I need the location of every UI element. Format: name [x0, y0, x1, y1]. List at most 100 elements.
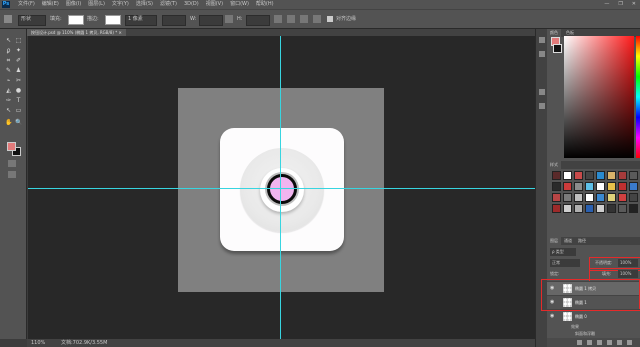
style-swatch[interactable]	[618, 171, 627, 180]
lasso-tool-icon[interactable]: ϼ	[5, 47, 12, 54]
menu-image[interactable]: 图像(I)	[66, 0, 81, 9]
style-swatch[interactable]	[563, 193, 572, 202]
history-brush-tool-icon[interactable]: ⌁	[5, 77, 12, 84]
tab-color[interactable]: 颜色	[547, 29, 561, 37]
tab-layers[interactable]: 图层	[547, 237, 561, 245]
style-swatch[interactable]	[607, 193, 616, 202]
crop-tool-icon[interactable]: ⌗	[5, 57, 12, 64]
stroke-type-dropdown[interactable]	[162, 15, 186, 26]
menu-3d[interactable]: 3D(D)	[184, 0, 199, 9]
blend-mode-dropdown[interactable]: 正常	[550, 259, 580, 267]
eraser-tool-icon[interactable]: ✂	[15, 77, 22, 84]
style-swatch[interactable]	[607, 204, 616, 213]
style-swatch[interactable]	[596, 193, 605, 202]
style-swatch[interactable]	[552, 182, 561, 191]
menu-help[interactable]: 帮助(H)	[256, 0, 274, 9]
hand-tool-icon[interactable]: ✋	[5, 119, 12, 126]
menu-type[interactable]: 文字(Y)	[112, 0, 129, 9]
fx-icon[interactable]	[587, 340, 592, 345]
menu-select[interactable]: 选择(S)	[136, 0, 153, 9]
brush-preset-icon[interactable]	[539, 89, 545, 95]
style-swatch[interactable]	[596, 182, 605, 191]
close-icon[interactable]: ✕	[632, 0, 636, 9]
gradient-tool-icon[interactable]: ◭	[5, 87, 12, 94]
tab-channels[interactable]: 通道	[561, 237, 575, 245]
style-swatch[interactable]	[618, 193, 627, 202]
dodge-tool-icon[interactable]: ●	[15, 87, 22, 94]
style-swatch[interactable]	[563, 171, 572, 180]
menu-view[interactable]: 视图(V)	[206, 0, 223, 9]
path-ops-icon[interactable]	[274, 15, 282, 23]
new-layer-icon[interactable]	[617, 340, 622, 345]
link-icon[interactable]	[225, 15, 233, 23]
menu-edit[interactable]: 编辑(E)	[42, 0, 59, 9]
style-swatch[interactable]	[552, 204, 561, 213]
align-edges-checkbox[interactable]	[327, 16, 333, 22]
gear-icon[interactable]	[313, 15, 321, 23]
width-field[interactable]	[199, 15, 223, 26]
screen-mode-icon[interactable]	[8, 171, 16, 178]
link-layers-icon[interactable]	[577, 340, 582, 345]
character-icon[interactable]	[539, 103, 545, 109]
color-picker-field[interactable]	[564, 36, 634, 158]
menu-layer[interactable]: 图层(L)	[88, 0, 105, 9]
style-swatch[interactable]	[629, 171, 638, 180]
tab-styles[interactable]: 样式	[547, 161, 561, 169]
eye-icon[interactable]: ◉	[550, 313, 556, 319]
quick-mask-icon[interactable]	[8, 160, 16, 167]
ellipse-tool-icon[interactable]	[4, 15, 12, 23]
menu-file[interactable]: 文件(F)	[18, 0, 35, 9]
style-swatch[interactable]	[585, 171, 594, 180]
document-tab[interactable]: 按钮设计.psd @ 110% (椭圆 1 拷贝, RGB/8) * ✕	[27, 29, 126, 36]
style-swatch[interactable]	[574, 193, 583, 202]
style-swatch[interactable]	[574, 204, 583, 213]
path-align-icon[interactable]	[287, 15, 295, 23]
style-swatch[interactable]	[596, 171, 605, 180]
eyedropper-tool-icon[interactable]: ✐	[15, 57, 22, 64]
adjustment-icon[interactable]	[607, 340, 612, 345]
style-swatch[interactable]	[574, 182, 583, 191]
menu-window[interactable]: 窗口(W)	[230, 0, 249, 9]
style-swatch[interactable]	[552, 171, 561, 180]
quick-select-tool-icon[interactable]: ✦	[15, 47, 22, 54]
style-swatch[interactable]	[618, 204, 627, 213]
ellipse-shape-tool-icon[interactable]: ▭	[15, 107, 22, 114]
restore-icon[interactable]: ❐	[618, 0, 622, 9]
style-swatch[interactable]	[563, 182, 572, 191]
stamp-tool-icon[interactable]: ♟	[15, 67, 22, 74]
fill-swatch[interactable]	[68, 15, 84, 25]
layer-filter-dropdown[interactable]: ρ 类型	[550, 248, 576, 256]
move-tool-icon[interactable]: ↖	[5, 37, 12, 44]
panel-bg-swatch[interactable]	[553, 44, 562, 53]
zoom-level[interactable]: 110%	[31, 339, 45, 347]
menu-filter[interactable]: 滤镜(T)	[160, 0, 177, 9]
properties-icon[interactable]	[539, 51, 545, 57]
hue-slider[interactable]	[636, 36, 640, 158]
height-field[interactable]	[246, 15, 270, 26]
trash-icon[interactable]	[627, 340, 632, 345]
minimize-icon[interactable]: —	[604, 0, 609, 9]
style-swatch[interactable]	[629, 193, 638, 202]
stroke-swatch[interactable]	[105, 15, 121, 25]
style-swatch[interactable]	[596, 204, 605, 213]
pen-tool-icon[interactable]: ✑	[5, 97, 12, 104]
style-swatch[interactable]	[585, 204, 594, 213]
effect-bevel-emboss[interactable]: 斜面和浮雕	[575, 331, 595, 337]
path-select-tool-icon[interactable]: ↖	[5, 107, 12, 114]
style-swatch[interactable]	[574, 171, 583, 180]
mask-icon[interactable]	[597, 340, 602, 345]
style-swatch[interactable]	[563, 204, 572, 213]
horizontal-guide[interactable]	[28, 188, 535, 189]
type-tool-icon[interactable]: T	[15, 97, 22, 104]
style-swatch[interactable]	[552, 193, 561, 202]
style-swatch[interactable]	[618, 182, 627, 191]
style-swatch[interactable]	[607, 182, 616, 191]
tab-paths[interactable]: 路径	[575, 237, 589, 245]
marquee-tool-icon[interactable]: ⬚	[15, 37, 22, 44]
zoom-tool-icon[interactable]: 🔍	[15, 119, 22, 126]
history-icon[interactable]	[539, 37, 545, 43]
style-swatch[interactable]	[585, 182, 594, 191]
layer-row-ellipse-0[interactable]: ◉ 椭圆 0	[547, 309, 640, 323]
style-swatch[interactable]	[585, 193, 594, 202]
style-swatch[interactable]	[607, 171, 616, 180]
